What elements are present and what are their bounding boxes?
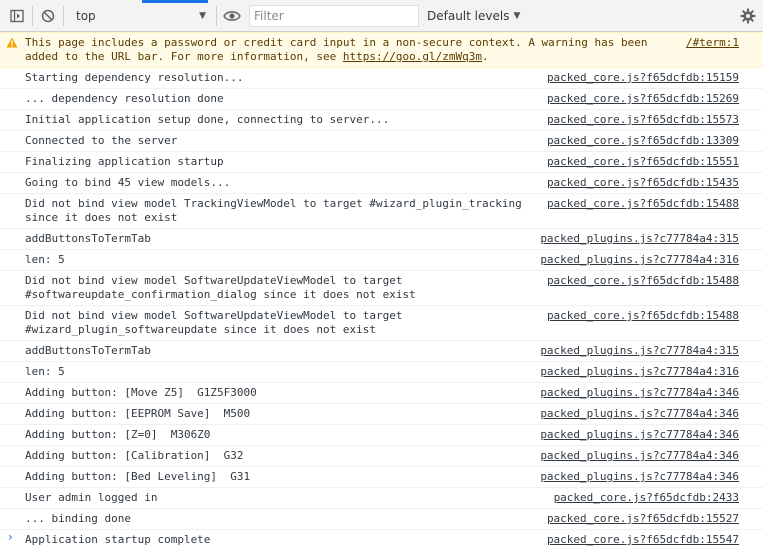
clear-console-icon <box>41 9 55 22</box>
console-message-text: ... binding done <box>25 512 131 525</box>
console-source-link[interactable]: packed_core.js?f65dcfdb:15551 <box>547 155 739 169</box>
console-message-text: Starting dependency resolution... <box>25 71 244 84</box>
context-value: top <box>76 8 96 23</box>
console-message-row: Finalizing application startup packed_cor… <box>0 152 763 173</box>
toolbar-separator <box>63 5 64 26</box>
toolbar-separator <box>32 5 33 26</box>
console-source-link[interactable]: packed_core.js?f65dcfdb:15488 <box>547 274 739 302</box>
console-messages: This page includes a password or credit … <box>0 32 763 549</box>
console-message-row: Starting dependency resolution... packed_… <box>0 68 763 89</box>
console-message-text: Did not bind view model SoftwareUpdateVi… <box>25 274 416 301</box>
console-message-text: Application startup complete <box>25 533 211 546</box>
console-message-row: Connected to the server packed_core.js?f6… <box>0 131 763 152</box>
warning-icon <box>6 37 18 48</box>
console-message-row: Going to bind 45 view models... packed_co… <box>0 173 763 194</box>
console-message-text: Did not bind view model SoftwareUpdateVi… <box>25 309 403 336</box>
chevron-down-icon: ▼ <box>199 10 206 21</box>
console-message-row: len: 5 packed_plugins.js?c77784a4:316 <box>0 250 763 271</box>
live-expression-button[interactable] <box>221 5 243 27</box>
console-message-text: User admin logged in <box>25 491 158 504</box>
console-message-row: addButtonsToTermTab packed_plugins.js?c77… <box>0 229 763 250</box>
console-message-row: Adding button: [Z=0] M306Z0 packed_plugin… <box>0 425 763 446</box>
console-source-link[interactable]: packed_plugins.js?c77784a4:346 <box>540 407 739 421</box>
console-source-link[interactable]: packed_plugins.js?c77784a4:346 <box>540 470 739 484</box>
console-message-row: Did not bind view model TrackingViewMode… <box>0 194 763 229</box>
warning-text: This page includes a password or credit … <box>25 36 648 64</box>
eye-icon <box>223 10 241 21</box>
warning-line: This page includes a password or credit … <box>25 36 648 49</box>
filter-input[interactable] <box>249 4 419 27</box>
console-source-link[interactable]: packed_core.js?f65dcfdb:13309 <box>547 134 739 148</box>
console-message-row: Adding button: [Calibration] G32 packed_p… <box>0 446 763 467</box>
console-message-row: ... binding done packed_core.js?f65dcfdb:… <box>0 509 763 530</box>
warning-source-link[interactable]: /#term:1 <box>686 36 739 64</box>
console-message-row: Did not bind view model SoftwareUpdateVi… <box>0 306 763 341</box>
console-prompt[interactable]: › <box>8 530 13 544</box>
console-message-text: len: 5 <box>25 253 65 266</box>
context-selector[interactable]: top ▼ <box>70 5 212 27</box>
console-toolbar: top ▼ Default levels ▼ <box>0 0 763 32</box>
console-message-row: Application startup complete packed_core.… <box>0 530 763 549</box>
clear-console-button[interactable] <box>37 5 59 27</box>
sidebar-toggle-button[interactable] <box>6 5 28 27</box>
warning-message: This page includes a password or credit … <box>0 32 763 68</box>
chevron-down-icon: ▼ <box>513 10 521 21</box>
console-source-link[interactable]: packed_plugins.js?c77784a4:315 <box>540 344 739 358</box>
console-settings-button[interactable] <box>737 5 759 27</box>
console-source-link[interactable]: packed_plugins.js?c77784a4:346 <box>540 428 739 442</box>
gear-icon <box>740 8 756 24</box>
log-levels-label: Default levels <box>427 8 510 23</box>
message-list: Starting dependency resolution... packed_… <box>0 68 763 549</box>
console-message-text: len: 5 <box>25 365 65 378</box>
console-message-row: ... dependency resolution done packed_cor… <box>0 89 763 110</box>
console-message-row: Adding button: [Move Z5] G1Z5F3000 packed… <box>0 383 763 404</box>
console-message-row: Adding button: [EEPROM Save] M500 packed_… <box>0 404 763 425</box>
console-message-row: Initial application setup done, connecti… <box>0 110 763 131</box>
console-source-link[interactable]: packed_core.js?f65dcfdb:15159 <box>547 71 739 85</box>
console-message-text: Finalizing application startup <box>25 155 224 168</box>
console-source-link[interactable]: packed_core.js?f65dcfdb:15527 <box>547 512 739 526</box>
console-message-text: Adding button: [Bed Leveling] G31 <box>25 470 251 483</box>
console-message-row: Did not bind view model SoftwareUpdateVi… <box>0 271 763 306</box>
console-source-link[interactable]: packed_core.js?f65dcfdb:15573 <box>547 113 739 127</box>
console-source-link[interactable]: packed_core.js?f65dcfdb:2433 <box>554 491 739 505</box>
console-source-link[interactable]: packed_core.js?f65dcfdb:15488 <box>547 309 739 337</box>
console-message-text: ... dependency resolution done <box>25 92 224 105</box>
sidebar-toggle-icon <box>10 9 24 22</box>
console-message-text: Going to bind 45 view models... <box>25 176 231 189</box>
console-message-text: addButtonsToTermTab <box>25 344 151 357</box>
console-message-text: Initial application setup done, connecti… <box>25 113 390 126</box>
warning-line: added to the URL bar. For more informati… <box>25 50 343 63</box>
warning-line-end: . <box>481 50 489 63</box>
active-tab-indicator <box>142 0 208 3</box>
console-message-text: Connected to the server <box>25 134 178 147</box>
warning-link[interactable]: https://goo.gl/zmWq3m <box>343 50 482 63</box>
log-levels-dropdown[interactable]: Default levels ▼ <box>427 5 520 27</box>
prompt-chevron-icon: › <box>8 530 13 544</box>
console-message-text: Adding button: [Calibration] G32 <box>25 449 244 462</box>
toolbar-separator <box>216 5 217 26</box>
console-source-link[interactable]: packed_plugins.js?c77784a4:315 <box>540 232 739 246</box>
console-message-text: Did not bind view model TrackingViewMode… <box>25 197 522 224</box>
console-message-row: addButtonsToTermTab packed_plugins.js?c77… <box>0 341 763 362</box>
console-source-link[interactable]: packed_plugins.js?c77784a4:346 <box>540 449 739 463</box>
console-message-row: len: 5 packed_plugins.js?c77784a4:316 <box>0 362 763 383</box>
console-message-text: Adding button: [Move Z5] G1Z5F3000 <box>25 386 257 399</box>
console-source-link[interactable]: packed_core.js?f65dcfdb:15547 <box>547 533 739 547</box>
console-source-link[interactable]: packed_plugins.js?c77784a4:316 <box>540 365 739 379</box>
console-message-text: Adding button: [Z=0] M306Z0 <box>25 428 211 441</box>
console-source-link[interactable]: packed_plugins.js?c77784a4:346 <box>540 386 739 400</box>
console-message-row: Adding button: [Bed Leveling] G31 packed_… <box>0 467 763 488</box>
console-message-text: Adding button: [EEPROM Save] M500 <box>25 407 251 420</box>
console-source-link[interactable]: packed_core.js?f65dcfdb:15488 <box>547 197 739 225</box>
console-source-link[interactable]: packed_core.js?f65dcfdb:15435 <box>547 176 739 190</box>
console-message-text: addButtonsToTermTab <box>25 232 151 245</box>
console-source-link[interactable]: packed_core.js?f65dcfdb:15269 <box>547 92 739 106</box>
console-source-link[interactable]: packed_plugins.js?c77784a4:316 <box>540 253 739 267</box>
console-message-row: User admin logged in packed_core.js?f65dc… <box>0 488 763 509</box>
